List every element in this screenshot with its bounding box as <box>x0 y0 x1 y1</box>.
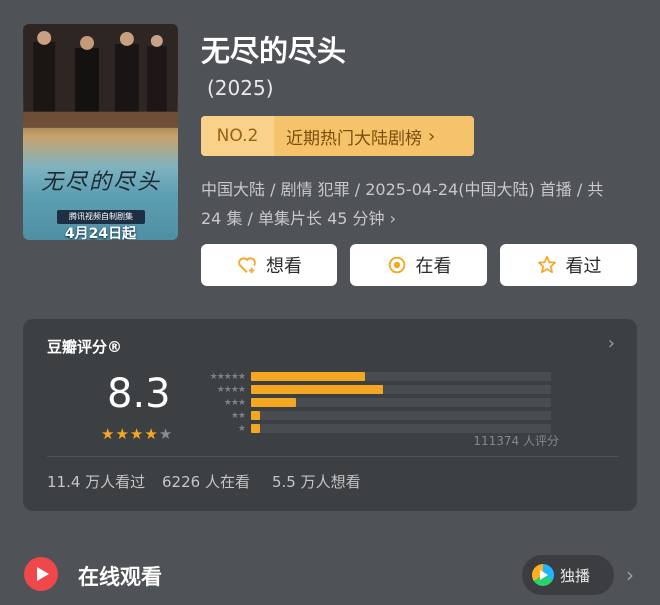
rating-bar-fill <box>251 372 365 381</box>
watching-button[interactable]: 在看 <box>350 244 487 286</box>
rating-votes: 111374 人评分 <box>473 434 559 448</box>
rating-bar-row: ★★★★★ <box>199 370 551 383</box>
watched-label: 看过 <box>565 256 602 277</box>
rating-bar-track <box>251 385 551 394</box>
rating-bar-fill <box>251 424 260 433</box>
rating-bar-row: ★★ <box>199 409 551 422</box>
exclusive-label: 独播 <box>560 566 591 585</box>
chevron-right-icon: › <box>389 209 397 228</box>
rating-bar-fill <box>251 385 383 394</box>
rating-bar-track <box>251 372 551 381</box>
rating-card[interactable]: 豆瓣评分® › 8.3 ★★★★★ ★★★★★ ★★★★ ★★★ ★★ ★ 111374… <box>23 319 637 511</box>
rating-bar-stars: ★★★★★ <box>209 371 246 382</box>
want-button[interactable]: 想看 <box>201 244 337 286</box>
rating-heading: 豆瓣评分® <box>47 338 123 356</box>
star-filled-icon: ★ <box>144 425 159 443</box>
stat-want[interactable]: 5.5 万人想看 <box>272 471 361 492</box>
rank-label-wrap: 近期热门大陆剧榜 › <box>274 116 474 156</box>
rank-label: 近期热门大陆剧榜 <box>286 128 422 149</box>
rating-bar-stars: ★★★★ <box>216 384 246 395</box>
stat-watched[interactable]: 11.4 万人看过 <box>47 471 145 492</box>
online-watch-label[interactable]: 在线观看 <box>78 561 162 591</box>
rating-bar-row: ★★★ <box>199 396 551 409</box>
rating-bar-track <box>251 398 551 407</box>
poster-title-art: 无尽的尽头 <box>40 170 161 195</box>
meta-line-1: 中国大陆 / 剧情 犯罪 / 2025-04-24(中国大陆) 首播 / 共 <box>201 180 604 199</box>
show-meta[interactable]: 中国大陆 / 剧情 犯罪 / 2025-04-24(中国大陆) 首播 / 共 2… <box>201 175 631 233</box>
rating-bar-stars: ★ <box>237 423 246 434</box>
star-filled-icon: ★ <box>129 425 145 443</box>
star-outline-icon <box>537 255 556 274</box>
rating-bar-fill <box>251 411 260 420</box>
exclusive-platform-button[interactable]: 独播 <box>522 555 614 595</box>
rating-score: 8.3 <box>107 371 171 417</box>
rank-number: NO.2 <box>201 116 274 156</box>
poster-figures <box>23 24 178 128</box>
divider <box>47 456 619 457</box>
tencent-video-logo-icon <box>532 564 554 586</box>
show-year: (2025) <box>207 76 274 100</box>
rating-bar-fill <box>251 398 296 407</box>
poster-badge: 腾讯视频自制剧集 <box>57 210 145 224</box>
rating-bar-stars: ★★★ <box>223 397 246 408</box>
star-filled-icon: ★ <box>115 425 130 443</box>
chevron-right-icon[interactable]: › <box>608 333 615 354</box>
star-filled-icon: ★ <box>101 425 116 443</box>
rating-bar-stars: ★★ <box>230 410 246 421</box>
rating-stars: ★★★★★ <box>101 425 173 443</box>
poster-image[interactable]: 无尽的尽头 腾讯视频自制剧集 4月24日起 <box>23 24 178 240</box>
poster-release-caption: 4月24日起 <box>64 226 137 240</box>
heart-plus-icon <box>238 257 256 274</box>
star-empty-icon: ★ <box>158 425 174 443</box>
play-icon[interactable] <box>24 557 58 591</box>
rating-bar-track <box>251 411 551 420</box>
target-icon <box>388 256 405 274</box>
show-title: 无尽的尽头 <box>201 34 347 68</box>
meta-line-2-wrap: 24 集 / 单集片长 45 分钟 › <box>201 204 631 233</box>
chevron-right-icon: › <box>428 125 436 147</box>
ranking-badge[interactable]: NO.2 近期热门大陆剧榜 › <box>201 116 474 156</box>
meta-line-2: 24 集 / 单集片长 45 分钟 <box>201 209 385 228</box>
chevron-right-icon[interactable]: › <box>626 563 634 587</box>
rating-bar-row: ★★★★ <box>199 383 551 396</box>
want-label: 想看 <box>266 256 302 277</box>
stat-watching[interactable]: 6226 人在看 <box>162 471 250 492</box>
watching-label: 在看 <box>415 256 452 277</box>
watched-button[interactable]: 看过 <box>500 244 637 286</box>
